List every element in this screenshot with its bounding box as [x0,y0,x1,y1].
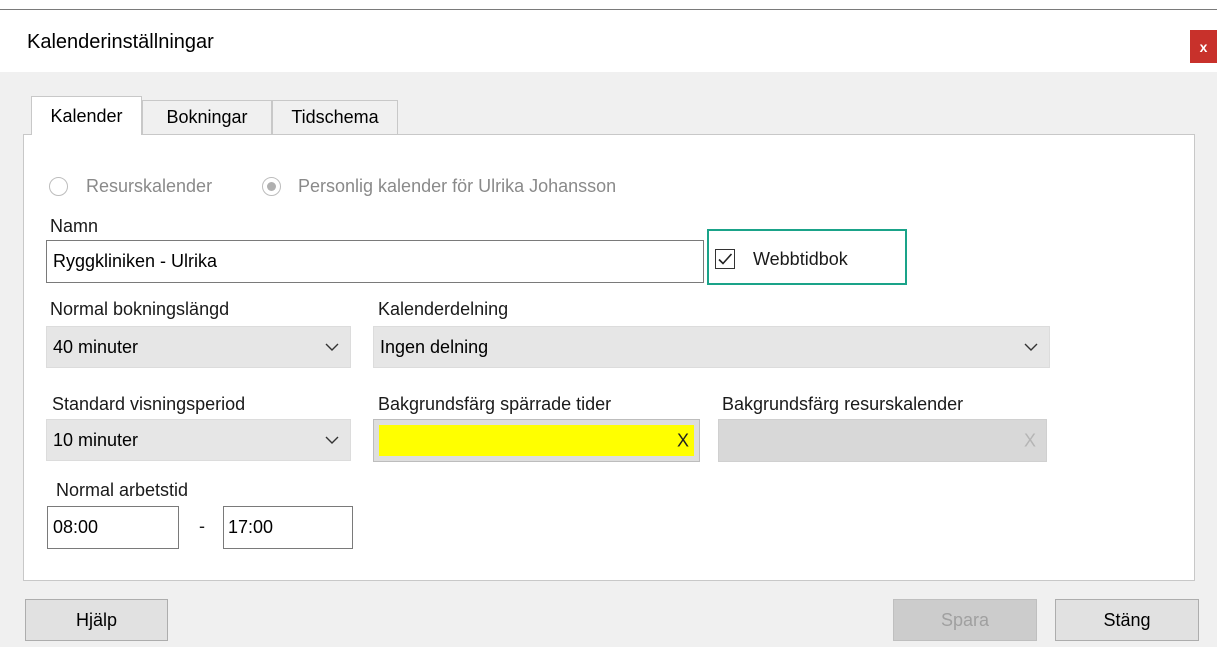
tab-tidschema[interactable]: Tidschema [272,100,398,134]
blocked-bg-swatch [379,425,694,456]
webbtidbok-checkbox[interactable] [715,249,735,269]
chevron-down-icon [325,436,339,444]
work-hours-label: Normal arbetstid [56,480,189,500]
work-start-input[interactable]: 08:00 [47,506,179,549]
sharing-select[interactable]: Ingen delning [373,326,1050,368]
name-label: Namn [50,216,99,236]
tab-kalender[interactable]: Kalender [31,96,142,135]
view-period-label: Standard visningsperiod [52,394,246,414]
chevron-down-icon [1024,343,1038,351]
chevron-down-icon [325,343,339,351]
blocked-bg-label: Bakgrundsfärg spärrade tider [378,394,612,414]
radio-personlig-kalender-label: Personlig kalender för Ulrika Johansson [298,176,617,196]
blocked-bg-color-picker[interactable]: X [373,419,700,462]
blocked-bg-clear-button[interactable]: X [677,430,689,451]
window-title: Kalenderinställningar [27,31,214,53]
view-period-value: 10 minuter [53,429,139,450]
name-input[interactable]: Ryggkliniken - Ulrika [46,240,704,283]
checkmark-icon [718,253,733,265]
radio-personlig-kalender[interactable] [262,177,281,196]
view-period-select[interactable]: 10 minuter [46,419,351,461]
radio-resurskalender-label: Resurskalender [86,176,213,196]
webbtidbok-label: Webbtidbok [753,249,848,269]
sharing-value: Ingen delning [380,336,489,357]
close-button[interactable]: Stäng [1055,599,1199,641]
window-top-border [0,9,1217,10]
resource-bg-color-picker[interactable]: X [718,419,1047,462]
radio-resurskalender[interactable] [49,177,68,196]
radio-selected-dot [267,182,276,191]
close-window-button[interactable]: x [1190,30,1217,63]
save-button[interactable]: Spara [893,599,1037,641]
tab-bokningar[interactable]: Bokningar [142,100,272,134]
booking-length-label: Normal bokningslängd [50,299,230,319]
work-hours-separator: - [199,516,205,536]
booking-length-select[interactable]: 40 minuter [46,326,351,368]
resource-bg-clear-button[interactable]: X [1024,430,1036,451]
help-button[interactable]: Hjälp [25,599,168,641]
resource-bg-label: Bakgrundsfärg resurskalender [722,394,964,414]
work-end-input[interactable]: 17:00 [223,506,353,549]
booking-length-value: 40 minuter [53,336,139,357]
sharing-label: Kalenderdelning [378,299,509,319]
